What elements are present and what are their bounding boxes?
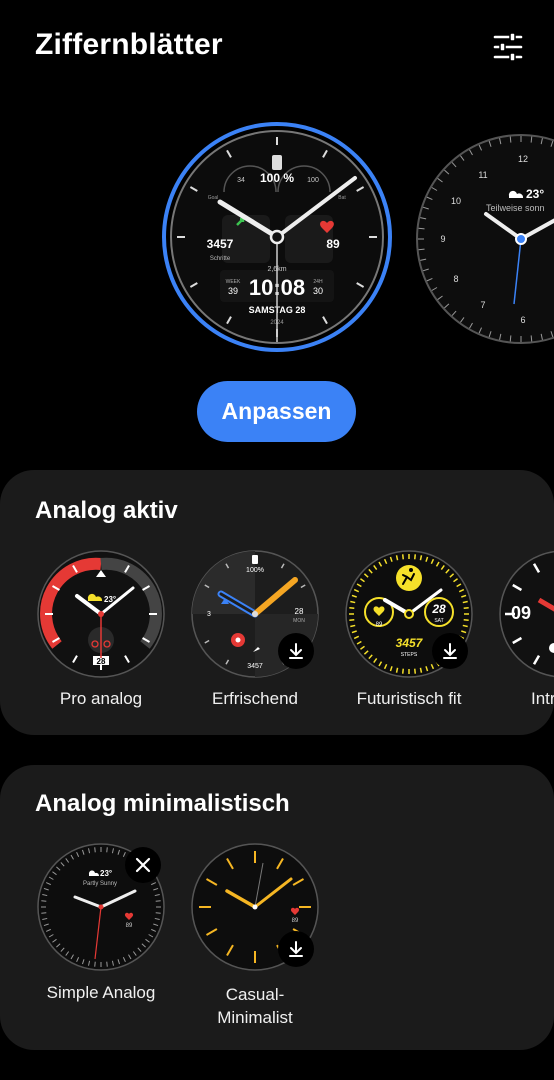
tick-mark: [155, 912, 161, 914]
next-watch-face[interactable]: 12 11 10 9 8 7 6 23° Teilweise sonn: [416, 134, 554, 344]
thumb-label: Erfrischend: [212, 689, 298, 708]
svg-text:34: 34: [237, 177, 245, 184]
tick-mark: [106, 961, 108, 967]
tick-mark: [395, 667, 399, 673]
thumb-label: Futuristisch fit: [356, 689, 462, 708]
tick-mark: [463, 619, 469, 622]
svg-text:6: 6: [520, 315, 525, 325]
tick-mark: [94, 961, 96, 967]
svg-text:39: 39: [228, 286, 238, 296]
svg-text:STEPS: STEPS: [401, 652, 418, 658]
watch-face-intr[interactable]: 09: [499, 550, 554, 678]
tick-mark: [418, 227, 425, 230]
tick-mark: [350, 624, 356, 628]
tick-mark: [530, 136, 533, 143]
svg-text:Partly Sunny: Partly Sunny: [83, 881, 117, 887]
svg-text:100 %: 100 %: [260, 171, 294, 185]
tick-mark: [94, 847, 96, 853]
svg-text:89: 89: [376, 622, 383, 628]
svg-text:89: 89: [126, 923, 133, 929]
tick-mark: [401, 554, 404, 560]
section-analog-aktiv: Analog aktiv 23° 28 Pro analog 100% 3 28…: [0, 470, 554, 735]
download-icon: [289, 941, 303, 957]
thumb-label: Casual-Minimalist: [217, 985, 293, 1027]
svg-text:09: 09: [511, 603, 531, 623]
tick-mark: [349, 619, 355, 622]
tick-mark: [530, 335, 533, 342]
pro-analog-preview: 23° 28: [37, 550, 165, 678]
section-analog-minimalistisch: Analog minimalistisch 23° Partly Sunny 8…: [0, 765, 554, 1050]
download-icon: [289, 643, 303, 659]
tick-mark: [414, 668, 417, 674]
svg-text:WEEK: WEEK: [226, 279, 241, 285]
thumb-label: Pro analog: [59, 689, 143, 708]
download-icon: [443, 643, 457, 659]
svg-text:23°: 23°: [526, 187, 544, 201]
svg-text:3457: 3457: [247, 663, 263, 670]
tick-mark: [509, 335, 512, 342]
svg-text:12: 12: [518, 154, 528, 164]
svg-text:100%: 100%: [246, 567, 264, 574]
svg-text:24H: 24H: [313, 279, 323, 285]
thumb-label: Simple Analog: [46, 983, 156, 1002]
page-title: Ziffernblätter: [35, 28, 223, 61]
svg-text:28: 28: [431, 602, 446, 616]
tick-mark: [106, 847, 108, 853]
thumb-label: Intr: [531, 689, 554, 708]
svg-text:7: 7: [480, 300, 485, 310]
svg-text:28: 28: [295, 607, 304, 616]
svg-text:3: 3: [207, 611, 211, 618]
tick-mark: [509, 136, 512, 143]
tick-mark: [155, 900, 161, 902]
svg-text:3457: 3457: [207, 237, 234, 251]
tick-mark: [414, 554, 417, 560]
svg-text:SAT: SAT: [434, 618, 443, 624]
sliders-icon: [493, 32, 523, 62]
svg-text:MON: MON: [293, 618, 305, 624]
watch-face-pro-analog[interactable]: 23° 28: [37, 550, 165, 678]
svg-text:Schritte: Schritte: [210, 256, 231, 262]
customize-button[interactable]: Anpassen: [197, 381, 356, 442]
svg-text:89: 89: [292, 918, 299, 924]
tick-mark: [419, 555, 423, 561]
svg-text:10: 10: [451, 196, 461, 206]
svg-text:9: 9: [440, 234, 445, 244]
tick-mark: [401, 668, 404, 674]
current-watch-face[interactable]: 100 % 34 Goal 100 Bat 3457 Schritte 89 2…: [160, 120, 394, 354]
tick-mark: [419, 667, 423, 673]
remove-button[interactable]: [125, 847, 161, 883]
tick-mark: [395, 555, 399, 561]
svg-text:11: 11: [478, 170, 487, 180]
intr-preview: 09: [499, 550, 554, 678]
svg-text:23°: 23°: [100, 869, 112, 878]
svg-text:30: 30: [313, 286, 323, 296]
download-button[interactable]: [278, 931, 314, 967]
svg-text:Goal: Goal: [208, 195, 219, 201]
svg-text:Bat: Bat: [338, 195, 346, 201]
download-button[interactable]: [432, 633, 468, 669]
tick-mark: [463, 606, 469, 609]
tick-mark: [41, 912, 47, 914]
svg-text:28: 28: [97, 657, 106, 666]
watch-face-carousel[interactable]: 100 % 34 Goal 100 Bat 3457 Schritte 89 2…: [0, 120, 554, 365]
header: Ziffernblätter: [0, 0, 554, 95]
svg-text:8: 8: [453, 274, 458, 284]
tick-mark: [462, 624, 468, 628]
svg-text:3457: 3457: [396, 636, 424, 650]
svg-text:89: 89: [326, 237, 340, 251]
section-title: Analog minimalistisch: [35, 790, 290, 817]
tick-mark: [41, 900, 47, 902]
tick-mark: [349, 606, 355, 609]
tick-mark: [350, 600, 356, 604]
filter-settings-button[interactable]: [486, 26, 530, 68]
tick-mark: [462, 600, 468, 604]
section-title: Analog aktiv: [35, 497, 178, 524]
svg-text:Teilweise sonn: Teilweise sonn: [486, 203, 545, 213]
svg-text:100: 100: [307, 177, 319, 184]
download-button[interactable]: [278, 633, 314, 669]
tick-mark: [418, 248, 425, 251]
close-icon: [135, 857, 151, 873]
